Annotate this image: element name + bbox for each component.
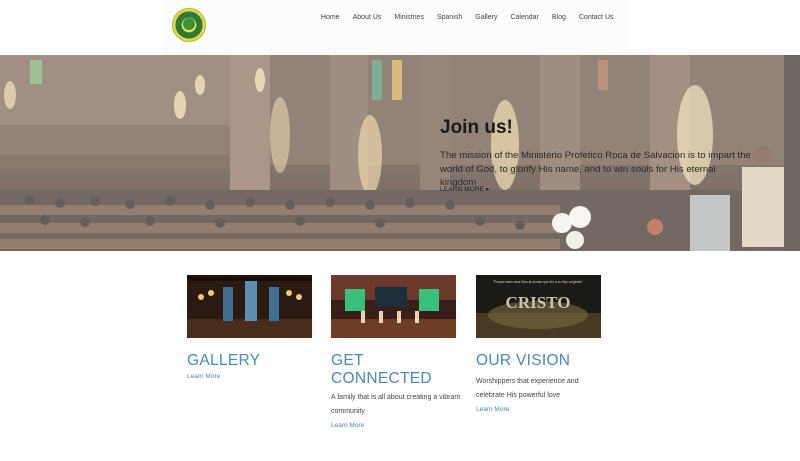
- hero-learn-more-link[interactable]: LEARN MORE ▸: [440, 185, 490, 193]
- our-vision-text: Worshippers that experience and celebrat…: [476, 378, 579, 399]
- our-vision-title: OUR VISION: [476, 352, 571, 369]
- nav-contact-us[interactable]: Contact Us: [572, 13, 620, 23]
- logo-emblem: [183, 18, 195, 30]
- get-connected-title: GET CONNECTED: [331, 352, 432, 387]
- get-connected-learn-more[interactable]: Learn More: [331, 422, 461, 429]
- our-vision-card: "Porque tanto ama Dios al mundo que dio …: [476, 275, 606, 413]
- get-connected-card: GET CONNECTED A family that is all about…: [331, 275, 461, 429]
- nav-spanish[interactable]: Spanish: [430, 13, 468, 23]
- nav-calendar[interactable]: Calendar: [504, 13, 545, 23]
- main-nav: Home About Us Ministries Spanish Gallery…: [314, 13, 620, 23]
- gallery-title: GALLERY: [187, 352, 261, 369]
- hero-title: Join us!: [440, 117, 513, 138]
- gallery-thumbnail[interactable]: [187, 275, 312, 338]
- gallery-learn-more[interactable]: Learn More: [187, 373, 317, 380]
- our-vision-thumbnail[interactable]: "Porque tanto ama Dios al mundo que dio …: [476, 275, 601, 338]
- vision-caption: "Porque tanto ama Dios al mundo que dio …: [493, 280, 584, 284]
- hero-banner: Join us! The mission of the Ministerio P…: [0, 55, 800, 251]
- get-connected-text: A family that is all about creating a vi…: [331, 394, 461, 415]
- nav-ministries[interactable]: Ministries: [388, 13, 431, 23]
- nav-blog[interactable]: Blog: [545, 13, 572, 23]
- nav-about-us[interactable]: About Us: [346, 13, 388, 23]
- get-connected-thumbnail[interactable]: [331, 275, 456, 338]
- nav-gallery[interactable]: Gallery: [469, 13, 504, 23]
- church-logo[interactable]: [172, 8, 206, 42]
- vision-banner-word: CRISTO: [506, 293, 571, 312]
- nav-home[interactable]: Home: [314, 13, 346, 23]
- gallery-card: GALLERY Learn More: [187, 275, 317, 380]
- hero-mission-text: The mission of the Ministerio Profetico …: [440, 150, 751, 188]
- our-vision-learn-more[interactable]: Learn More: [476, 406, 606, 413]
- site-header: Home About Us Ministries Spanish Gallery…: [164, 0, 626, 55]
